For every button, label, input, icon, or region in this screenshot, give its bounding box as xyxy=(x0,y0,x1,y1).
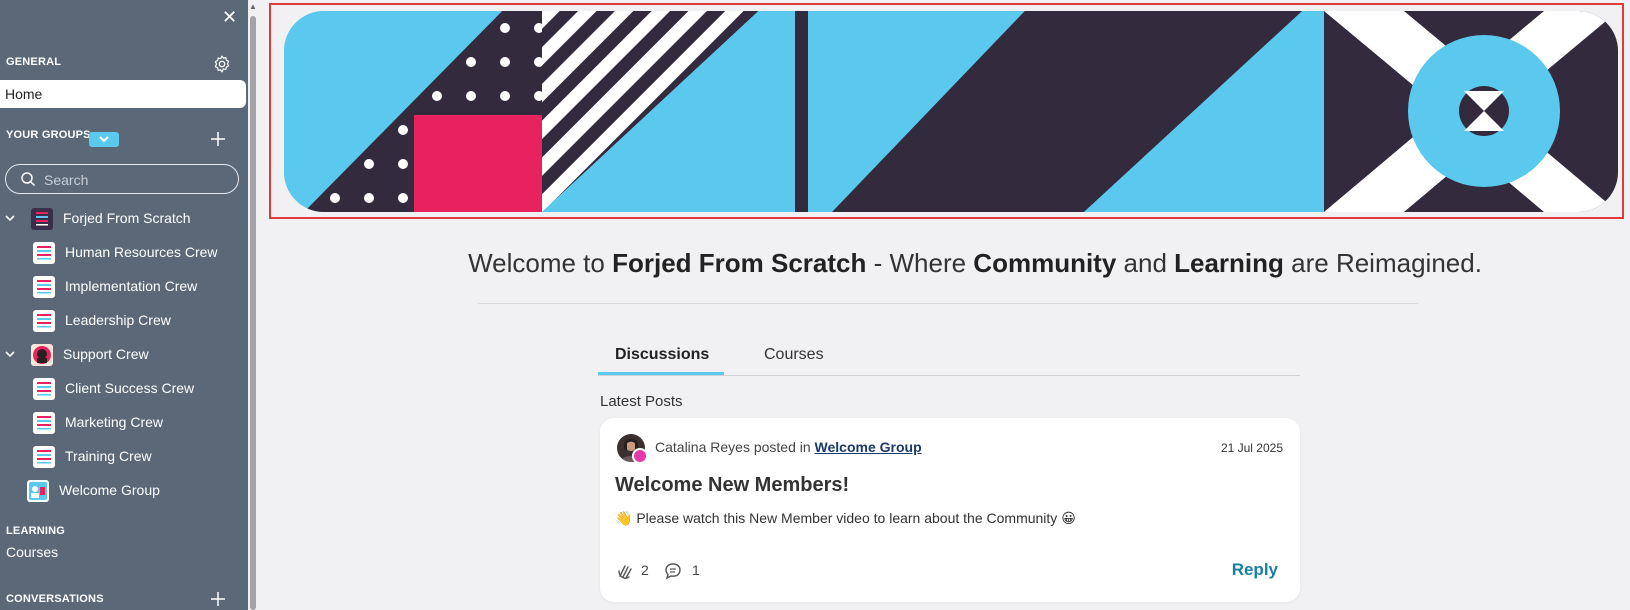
sidebar-scrollbar[interactable]: ▲ xyxy=(248,0,258,610)
sidebar-item-support-crew[interactable]: Support Crew xyxy=(0,342,246,372)
group-logo-icon xyxy=(33,412,55,434)
sidebar-item-leadership-crew[interactable]: Leadership Crew xyxy=(0,308,246,338)
content-tabs: Discussions Courses xyxy=(598,344,1300,376)
member-badge-icon xyxy=(632,448,648,464)
group-label: Human Resources Crew xyxy=(65,244,218,260)
post-title[interactable]: Welcome New Members! xyxy=(615,474,849,497)
group-label: Implementation Crew xyxy=(65,278,198,294)
comment-count: 1 xyxy=(692,562,700,578)
group-logo-icon xyxy=(33,242,55,264)
gear-icon[interactable] xyxy=(212,54,232,74)
comment-icon[interactable] xyxy=(664,562,682,580)
groups-dropdown-button[interactable] xyxy=(89,132,119,147)
sidebar-item-forjed-from-scratch[interactable]: Forjed From Scratch xyxy=(0,206,246,236)
post-author[interactable]: Catalina Reyes xyxy=(655,439,750,455)
conversations-section-label: CONVERSATIONS xyxy=(6,593,104,605)
posted-in-text: posted in xyxy=(749,439,815,455)
clap-icon[interactable] xyxy=(616,562,636,580)
tab-discussions[interactable]: Discussions xyxy=(615,346,709,364)
tab-courses[interactable]: Courses xyxy=(764,346,824,364)
sidebar-item-marketing-crew[interactable]: Marketing Crew xyxy=(0,410,246,440)
welcome-middle1: - Where xyxy=(866,248,974,278)
post-group-link[interactable]: Welcome Group xyxy=(815,439,922,455)
search-icon xyxy=(21,172,36,187)
banner-artwork xyxy=(284,11,1618,212)
search-input[interactable]: Search xyxy=(5,164,239,194)
group-label: Support Crew xyxy=(63,346,149,362)
sidebar-item-welcome-group[interactable]: Welcome Group xyxy=(0,478,246,508)
group-logo-icon xyxy=(31,208,53,230)
sidebar-item-client-success-crew[interactable]: Client Success Crew xyxy=(0,376,246,406)
group-label: Training Crew xyxy=(65,448,152,464)
sidebar-item-human-resources-crew[interactable]: Human Resources Crew xyxy=(0,240,246,270)
reply-button[interactable]: Reply xyxy=(1232,560,1278,580)
group-label: Forjed From Scratch xyxy=(63,210,191,226)
scroll-up-icon[interactable]: ▲ xyxy=(249,2,257,11)
post-date: 21 Jul 2025 xyxy=(1220,441,1283,455)
group-logo-icon xyxy=(33,378,55,400)
welcome-suffix: are Reimagined. xyxy=(1283,248,1482,278)
group-label: Welcome Group xyxy=(59,482,160,498)
sidebar: ✕ GENERAL Home YOUR GROUPS Search Forjed… xyxy=(0,0,248,610)
word-community: Community xyxy=(973,248,1117,278)
welcome-middle2: and xyxy=(1116,248,1175,278)
group-avatar-icon xyxy=(31,344,53,366)
group-logo-icon xyxy=(33,276,55,298)
clap-count: 2 xyxy=(641,562,649,578)
group-welcome-icon xyxy=(27,480,49,502)
sidebar-item-home[interactable]: Home xyxy=(0,80,246,108)
close-icon[interactable]: ✕ xyxy=(222,8,237,26)
add-group-icon[interactable] xyxy=(210,131,226,147)
chevron-down-icon[interactable] xyxy=(4,212,16,224)
post-card[interactable]: Catalina Reyes posted in Welcome Group 2… xyxy=(600,418,1300,602)
chevron-down-icon[interactable] xyxy=(4,348,16,360)
group-label: Leadership Crew xyxy=(65,312,171,328)
group-logo-icon xyxy=(33,310,55,332)
general-section-label: GENERAL xyxy=(6,56,62,68)
heading-divider xyxy=(478,303,1418,304)
sidebar-item-training-crew[interactable]: Training Crew xyxy=(0,444,246,474)
welcome-prefix: Welcome to xyxy=(468,248,613,278)
search-placeholder: Search xyxy=(44,172,89,188)
group-logo-icon xyxy=(33,446,55,468)
learning-section-label: LEARNING xyxy=(6,525,66,537)
your-groups-label: YOUR GROUPS xyxy=(6,129,91,141)
post-attribution: Catalina Reyes posted in Welcome Group xyxy=(655,439,922,455)
chevron-down-icon xyxy=(99,136,109,143)
post-body: 👋 Please watch this New Member video to … xyxy=(615,510,1076,526)
active-tab-indicator xyxy=(598,372,724,375)
community-name: Forjed From Scratch xyxy=(612,248,867,278)
community-banner xyxy=(284,11,1618,212)
sidebar-item-implementation-crew[interactable]: Implementation Crew xyxy=(0,274,246,304)
word-learning: Learning xyxy=(1174,248,1284,278)
group-label: Marketing Crew xyxy=(65,414,164,430)
sidebar-item-courses[interactable]: Courses xyxy=(6,544,58,560)
add-conversation-icon[interactable] xyxy=(210,591,226,607)
group-label: Client Success Crew xyxy=(65,380,195,396)
latest-posts-heading: Latest Posts xyxy=(600,393,683,410)
scrollbar-thumb[interactable] xyxy=(250,16,256,610)
welcome-heading: Welcome to Forjed From Scratch - Where C… xyxy=(360,248,1590,279)
